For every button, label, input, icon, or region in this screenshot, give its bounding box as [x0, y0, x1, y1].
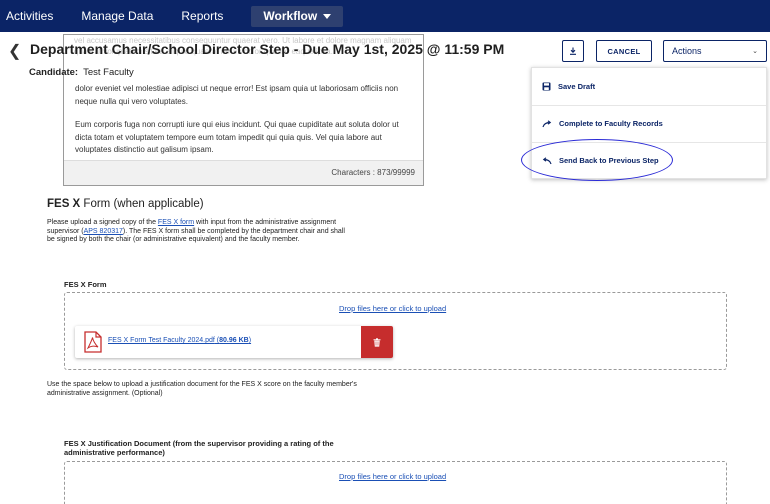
download-icon: [570, 47, 576, 55]
back-chevron-icon[interactable]: ❮: [8, 41, 21, 61]
delete-file-button[interactable]: [361, 326, 393, 358]
section-title-bold: FES X: [47, 198, 81, 210]
nav-workflow[interactable]: Workflow: [251, 5, 344, 27]
save-icon: [542, 82, 551, 90]
chevron-down-icon: ⌄: [752, 48, 758, 55]
desc-text-1: Please upload a signed copy of the: [47, 219, 158, 226]
menu-item-label: Complete to Faculty Records: [559, 119, 663, 128]
file-size: 80.96 KB: [219, 337, 249, 344]
textbox-footer: Characters : 873/99999: [64, 160, 423, 185]
menu-item-save-draft[interactable]: Save Draft: [532, 68, 766, 104]
cancel-button[interactable]: CANCEL: [596, 40, 652, 62]
download-button[interactable]: [562, 40, 584, 62]
candidate-name: Test Faculty: [83, 67, 134, 78]
section-title: FES X Form (when applicable): [47, 198, 204, 210]
pdf-icon: [84, 331, 102, 353]
fes-form-label: FES X Form: [64, 280, 107, 289]
top-nav: Activities Manage Data Reports Workflow: [0, 0, 770, 32]
forward-arrow-icon: [542, 119, 552, 127]
nav-activities[interactable]: Activities: [6, 9, 53, 23]
caret-down-icon: [323, 14, 332, 19]
justification-label: FES X Justification Document (from the s…: [64, 439, 334, 457]
undo-arrow-icon: [542, 156, 552, 164]
nav-workflow-label: Workflow: [263, 8, 318, 23]
section-title-rest: Form (when applicable): [80, 198, 204, 210]
nav-manage-data[interactable]: Manage Data: [81, 9, 153, 23]
menu-item-label: Send Back to Previous Step: [559, 156, 659, 165]
drop-files-link-2[interactable]: Drop files here or click to upload: [339, 472, 446, 481]
nav-reports[interactable]: Reports: [181, 9, 223, 23]
section-description: Please upload a signed copy of the FES X…: [47, 219, 347, 245]
justification-description: Use the space below to upload a justific…: [47, 381, 357, 397]
file-name: FES X Form Test Faculty 2024.pdf: [108, 337, 215, 344]
actions-label: Actions: [672, 46, 702, 56]
actions-dropdown[interactable]: Actions ⌄: [663, 40, 767, 62]
menu-item-complete[interactable]: Complete to Faculty Records: [532, 105, 766, 141]
menu-item-label: Save Draft: [558, 81, 596, 91]
textbox-paragraph-2: Eum corporis fuga non corrupti iure qui …: [75, 120, 399, 154]
character-count: Characters : 873/99999: [331, 168, 415, 177]
aps-link[interactable]: APS 820317: [84, 228, 123, 235]
fes-x-form-link[interactable]: FES X form: [158, 219, 194, 226]
trash-icon: [373, 337, 381, 347]
justification-dropzone[interactable]: Drop files here or click to upload: [64, 461, 727, 504]
textbox-paragraph-1: dolor eveniet vel molestiae adipisci ut …: [75, 84, 399, 106]
menu-item-send-back[interactable]: Send Back to Previous Step: [532, 142, 766, 178]
page-title: Department Chair/School Director Step - …: [30, 41, 505, 57]
uploaded-file-card: FES X Form Test Faculty 2024.pdf (80.96 …: [75, 326, 393, 358]
actions-menu: Save Draft Complete to Faculty Records S…: [531, 67, 767, 179]
candidate-line: Candidate: Test Faculty: [29, 67, 134, 78]
candidate-label: Candidate:: [29, 67, 79, 78]
drop-files-link[interactable]: Drop files here or click to upload: [339, 304, 446, 313]
file-download-link[interactable]: FES X Form Test Faculty 2024.pdf (80.96 …: [108, 337, 251, 344]
